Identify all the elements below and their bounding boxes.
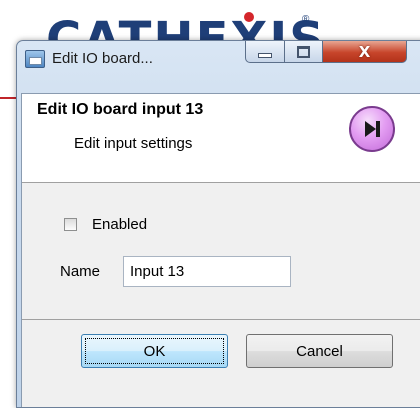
minimize-button[interactable] xyxy=(245,41,285,63)
logo-registered-mark: ® xyxy=(302,14,310,25)
name-input[interactable] xyxy=(123,256,291,287)
dialog-header: Edit IO board input 13 Edit input settin… xyxy=(22,94,420,183)
edit-io-board-window: Edit IO board... X Edit IO board input 1… xyxy=(16,40,420,408)
dialog-client-area: Edit IO board input 13 Edit input settin… xyxy=(21,93,420,407)
maximize-button[interactable] xyxy=(285,41,323,63)
close-button[interactable]: X xyxy=(323,41,407,63)
enabled-checkbox[interactable] xyxy=(64,217,77,231)
window-app-icon xyxy=(25,50,45,68)
minimize-icon xyxy=(258,53,272,58)
close-icon: X xyxy=(358,42,371,61)
enabled-label[interactable]: Enabled xyxy=(92,216,147,233)
enabled-row[interactable]: Enabled xyxy=(64,215,147,233)
next-button[interactable] xyxy=(349,106,395,152)
cancel-button[interactable]: Cancel xyxy=(246,334,393,368)
title-bar[interactable]: Edit IO board... X xyxy=(17,41,420,75)
maximize-icon xyxy=(297,45,310,58)
window-title: Edit IO board... xyxy=(52,50,153,67)
logo-dot xyxy=(244,12,254,22)
skip-next-icon xyxy=(365,121,380,137)
ok-button[interactable]: OK xyxy=(81,334,228,368)
dialog-header-title: Edit IO board input 13 xyxy=(37,101,204,118)
dialog-header-subtitle: Edit input settings xyxy=(74,135,193,152)
footer-divider xyxy=(22,319,420,320)
name-label: Name xyxy=(60,263,101,280)
